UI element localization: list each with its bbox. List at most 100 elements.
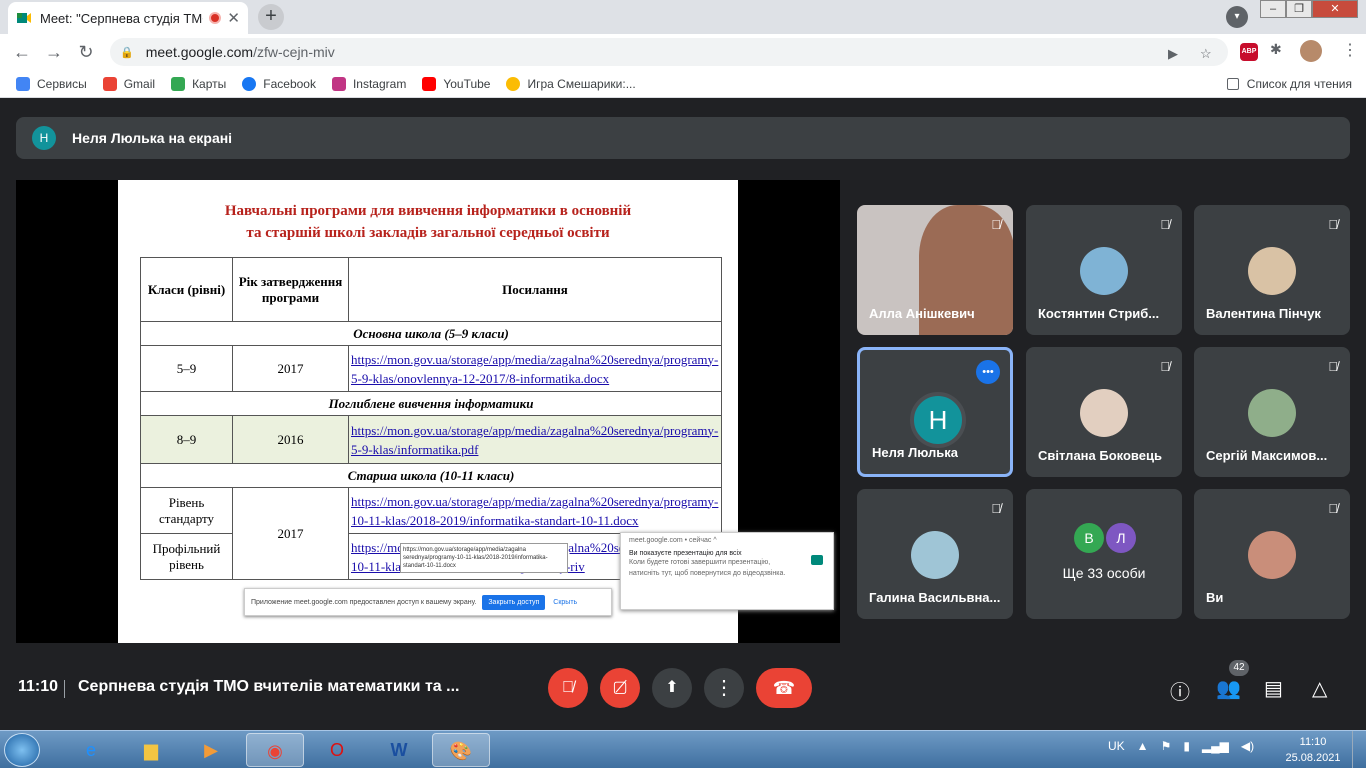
bookmark-instagram[interactable]: Instagram (331, 76, 406, 91)
camera-toggle-button[interactable]: ▢̸ (600, 668, 640, 708)
extensions-icon[interactable]: ✱ (1270, 41, 1282, 58)
word-icon[interactable]: W (370, 733, 428, 767)
participant-tile[interactable]: 🎙̸ Костянтин Стриб... (1026, 205, 1182, 335)
header-link: Посилання (348, 257, 722, 322)
avatar (1248, 531, 1296, 579)
meet-call: Н Неля Люлька на екрані Навчальні програ… (0, 98, 1366, 730)
camera-icon[interactable]: ▶ (1168, 46, 1178, 62)
participant-tile[interactable]: 🎙̸ Галина Васильвна... (857, 489, 1013, 619)
bookmark-maps[interactable]: Карты (171, 76, 226, 91)
program-link[interactable]: https://mon.gov.ua/storage/app/media/zag… (348, 415, 722, 464)
presentation-notification[interactable]: meet.google.com • сейчас ^ Ви показуєте … (620, 532, 834, 610)
apps-grid-icon (16, 76, 30, 91)
present-button[interactable]: ⬆ (652, 668, 692, 708)
info-icon[interactable]: ⓘ (1170, 676, 1190, 705)
meet-icon (811, 555, 823, 565)
browser-toolbar: ← → ↻ 🔒 meet.google.com/zfw-cejn-miv ▶ ☆… (0, 34, 1366, 70)
explorer-icon[interactable]: ▆ (122, 733, 180, 767)
chrome-icon[interactable]: ◉ (246, 733, 304, 767)
mic-off-icon: 🎙̸ (1160, 217, 1170, 232)
url-host: meet.google.com (145, 44, 254, 60)
participant-tile[interactable]: 🎙̸ Сергій Максимов... (1194, 347, 1350, 477)
facebook-icon (242, 76, 257, 91)
bookmark-smeshariki[interactable]: Игра Смешарики:... (506, 76, 636, 91)
paint-icon[interactable]: 🎨 (432, 733, 490, 767)
flag-icon[interactable]: ⚑ (1161, 739, 1172, 753)
bookmark-facebook[interactable]: Facebook (242, 76, 316, 91)
tab-search-icon[interactable]: ▾ (1226, 6, 1248, 28)
mic-toggle-button[interactable]: 🎙̸ (548, 668, 588, 708)
program-link[interactable]: https://mon.gov.ua/storage/app/media/zag… (348, 345, 722, 392)
more-participants-tile[interactable]: В Л Ще 33 особи (1026, 489, 1182, 619)
tab-meet[interactable]: Meet: "Серпнева студія ТМО ✕ (8, 2, 248, 34)
network-icon[interactable]: ▂▄▆ (1202, 739, 1229, 753)
table-header-row: Класи (рівні) Рік затвердження програми … (140, 257, 722, 322)
ie-icon[interactable]: e (62, 733, 120, 767)
chat-icon[interactable]: ▤ (1264, 676, 1283, 701)
avatar (911, 531, 959, 579)
start-button[interactable] (4, 733, 40, 767)
youtube-icon (422, 76, 437, 91)
avatar (1080, 247, 1128, 295)
participant-tile-active[interactable]: ••• Н Неля Люлька (857, 347, 1013, 477)
divider (64, 680, 65, 698)
presentation-slide: Навчальні програми для вивчення інформат… (118, 180, 834, 643)
slide-title: Навчальні програми для вивчення інформат… (224, 203, 632, 241)
table-row: Рівень стандарту 2017 https://mon.gov.ua… (140, 487, 722, 580)
adblock-icon[interactable]: ABP (1240, 43, 1258, 61)
mic-off-icon: 🎙̸ (991, 217, 1001, 232)
mic-off-icon: 🎙̸ (1328, 501, 1338, 516)
opera-icon[interactable]: O (308, 733, 366, 767)
screen-share-bar: Приложение meet.google.com предоставлен … (244, 588, 612, 616)
leave-call-button[interactable]: ☎ (756, 668, 812, 708)
tray-arrow-icon[interactable]: ▲ (1137, 739, 1149, 753)
menu-icon[interactable]: ⋮ (1342, 40, 1358, 60)
forward-icon[interactable]: → (38, 42, 70, 63)
bookmarks-bar: Сервисы Gmail Карты Facebook Instagram Y… (0, 70, 1366, 98)
media-player-icon[interactable]: ▶ (182, 733, 240, 767)
speaking-icon: ••• (976, 360, 1000, 384)
star-icon[interactable]: ☆ (1200, 46, 1212, 62)
program-link[interactable]: https://mon.gov.ua/storage/app/media/zag… (348, 487, 722, 534)
lock-icon[interactable]: 🔒 (120, 46, 134, 59)
bookmark-youtube[interactable]: YouTube (422, 76, 490, 91)
mic-off-icon: 🎙̸ (991, 501, 1001, 516)
reading-list-button[interactable]: Список для чтения (1226, 77, 1352, 91)
avatar (1080, 389, 1128, 437)
participant-tile[interactable]: 🎙̸ Валентина Пінчук (1194, 205, 1350, 335)
windows-taskbar: e ▆ ▶ ◉ O W 🎨 UK ▲ ⚑ ▮ ▂▄▆ ◀) 11:10 25.0… (0, 730, 1366, 768)
mic-off-icon: 🎙̸ (1328, 359, 1338, 374)
recording-icon (209, 12, 222, 24)
show-desktop-button[interactable] (1352, 731, 1366, 768)
participant-tile[interactable]: 🎙̸ Світлана Боковець (1026, 347, 1182, 477)
reload-icon[interactable]: ↻ (70, 42, 102, 63)
volume-icon[interactable]: ◀) (1241, 739, 1254, 753)
table-row: 8–9 2016 https://mon.gov.ua/storage/app/… (140, 415, 722, 464)
taskbar-clock[interactable]: 11:10 25.08.2021 (1284, 734, 1342, 766)
self-tile[interactable]: 🎙̸ Ви (1194, 489, 1350, 619)
bookmark-services[interactable]: Сервисы (16, 76, 87, 91)
back-icon[interactable]: ← (6, 42, 38, 63)
people-icon[interactable]: 👥 (1216, 676, 1241, 701)
more-options-button[interactable]: ⋮ (704, 668, 744, 708)
close-tab-icon[interactable]: ✕ (227, 9, 240, 27)
maximize-button[interactable]: ❐ (1286, 0, 1312, 18)
avatar: Н (910, 392, 966, 448)
participant-tile[interactable]: 🎙̸ Алла Анішкевич (857, 205, 1013, 335)
stop-sharing-button[interactable]: Закрыть доступ (482, 594, 546, 610)
bookmark-gmail[interactable]: Gmail (102, 76, 155, 91)
battery-icon[interactable]: ▮ (1183, 739, 1190, 753)
link-tooltip: https://mon.gov.ua/storage/app/media/zag… (400, 543, 568, 573)
address-bar[interactable]: 🔒 meet.google.com/zfw-cejn-miv ▶ ☆ (110, 38, 1228, 66)
new-tab-button[interactable]: + (258, 4, 284, 30)
avatar: Л (1106, 523, 1136, 553)
avatar (1248, 247, 1296, 295)
minimize-button[interactable]: – (1260, 0, 1286, 18)
hide-button[interactable]: Скрыть (553, 599, 577, 606)
activities-icon[interactable]: △ (1312, 676, 1327, 701)
profile-avatar[interactable] (1300, 40, 1322, 62)
maps-icon (171, 76, 186, 91)
close-window-button[interactable]: ✕ (1312, 0, 1358, 18)
language-indicator[interactable]: UK (1108, 739, 1125, 753)
gmail-icon (102, 76, 117, 91)
